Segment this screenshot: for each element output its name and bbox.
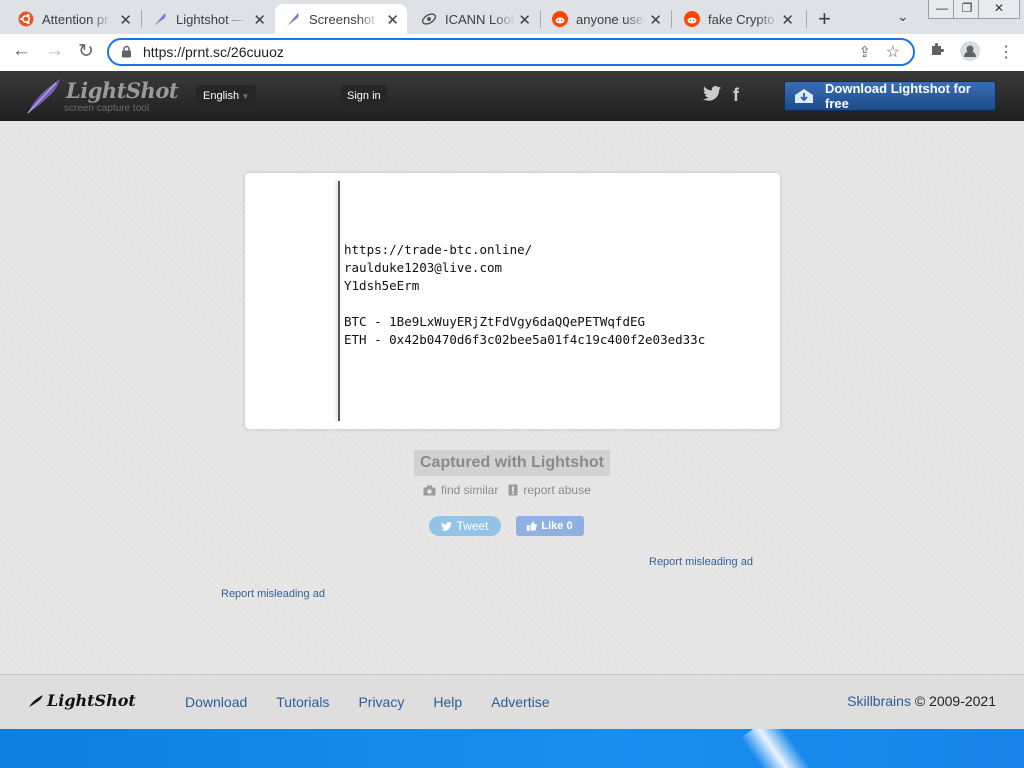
close-tab-icon[interactable]: ✕ [781,11,794,29]
tab-title: Lightshot — [176,11,246,27]
captured-label: Captured with Lightshot [414,450,610,476]
tab-6[interactable]: fake Crypto ✕ [666,4,802,34]
like-button[interactable]: Like 0 [516,516,584,536]
tab-title: ICANN Look [445,11,515,27]
footer-link-privacy[interactable]: Privacy [358,694,404,710]
download-button[interactable]: Download Lightshot for free [784,81,996,111]
download-icon [793,87,815,105]
close-tab-icon[interactable]: ✕ [649,11,662,29]
tweet-label: Tweet [456,519,489,533]
browser-toolbar: ← → ↻ https://prnt.sc/26cuuoz ⇪ ☆ ⋮ [0,34,1024,72]
footer-link-help[interactable]: Help [433,694,462,710]
lock-icon[interactable] [121,45,132,63]
report-abuse-label: report abuse [523,483,591,497]
screenshot-line: BTC - 1Be9LxWuyERjZtFdVgy6daQQePETWqfdEG [344,314,646,329]
image-actions: find similar report abuse [423,483,591,497]
tab-title: fake Crypto [708,11,775,27]
footer-logo-text: LightShot [47,691,136,710]
language-label: English [203,90,240,102]
forward-icon[interactable]: → [45,40,64,62]
report-abuse-link[interactable]: report abuse [508,483,591,497]
star-icon[interactable]: ☆ [886,42,900,62]
screenshot-line: https://trade-btc.online/ [344,242,533,257]
tab-title: Screenshot b [309,11,379,27]
back-icon[interactable]: ← [12,40,31,62]
close-tab-icon[interactable]: ✕ [253,11,266,29]
feather-icon [27,79,60,114]
thumbs-up-icon [527,521,538,531]
close-tab-icon[interactable]: ✕ [386,11,399,29]
close-tab-icon[interactable]: ✕ [518,11,531,29]
copyright: Skillbrains © 2009-2021 [847,693,996,709]
reddit-icon [552,11,568,27]
reload-icon[interactable]: ↻ [78,40,94,63]
feather-icon [152,11,168,27]
logo-text: LightShot [66,78,179,103]
feather-icon [285,11,301,27]
address-bar[interactable]: https://prnt.sc/26cuuoz ⇪ ☆ [107,38,915,66]
find-similar-label: find similar [441,483,499,497]
site-footer: LightShot Download Tutorials Privacy Hel… [0,674,1024,730]
share-icon[interactable]: ⇪ [858,43,871,61]
footer-nav: Download Tutorials Privacy Help Advertis… [185,694,579,710]
ubuntu-icon [18,11,34,27]
new-tab-icon[interactable]: + [818,6,831,32]
wallpaper-streak [740,729,820,768]
lightshot-logo[interactable]: LightShot screen capture tool [26,77,179,117]
report-icon [508,484,518,496]
restore-icon[interactable]: ❐ [953,0,981,19]
report-ad-link[interactable]: Report misleading ad [221,588,325,600]
facebook-icon[interactable]: f [733,85,739,106]
site-header: LightShot screen capture tool English ▾ S… [0,71,1024,121]
icann-icon [421,11,437,27]
footer-logo[interactable]: LightShot [28,691,136,710]
url-text[interactable]: https://prnt.sc/26cuuoz [143,44,284,60]
screenshot-line: ETH - 0x42b0470d6f3c02bee5a01f4c19c400f2… [344,332,706,347]
footer-link-tutorials[interactable]: Tutorials [276,694,329,710]
camera-icon [423,485,436,495]
footer-link-advertise[interactable]: Advertise [491,694,549,710]
screenshot-image[interactable]: https://trade-btc.online/raulduke1203@li… [245,173,780,429]
tab-separator [806,10,807,28]
tab-2[interactable]: Lightshot — ✕ [134,4,274,34]
profile-icon[interactable] [960,41,980,66]
minimize-icon[interactable]: — [928,0,956,19]
report-ad-link[interactable]: Report misleading ad [649,556,753,568]
tab-3-active[interactable]: Screenshot b ✕ [275,4,407,34]
language-select[interactable]: English ▾ [196,85,256,107]
copyright-text: © 2009-2021 [914,693,996,709]
tab-1[interactable]: Attention pr ✕ [0,4,140,34]
tab-5[interactable]: anyone used ✕ [534,4,670,34]
twitter-icon[interactable] [703,86,721,106]
find-similar-link[interactable]: find similar [423,483,498,497]
download-button-label: Download Lightshot for free [825,81,971,111]
close-window-icon[interactable]: ✕ [978,0,1020,19]
like-label: Like 0 [541,520,573,532]
desktop-background [0,729,1024,768]
tab-title: Attention pr [42,11,109,27]
feather-icon [29,694,43,707]
screenshot-line: raulduke1203@live.com [344,260,503,275]
skillbrains-link[interactable]: Skillbrains [847,693,911,709]
screenshot-line [344,295,705,313]
sign-in-button[interactable]: Sign in [341,85,387,107]
chevron-down-icon: ▾ [243,91,248,101]
screenshot-line: Y1dsh5eErm [344,278,420,293]
text-cursor-line [338,181,340,421]
twitter-icon [441,521,453,531]
screenshot-text: https://trade-btc.online/raulduke1203@li… [344,241,705,349]
tweet-button[interactable]: Tweet [429,516,501,536]
tab-strip: Attention pr ✕ Lightshot — ✕ Screenshot … [0,0,1024,34]
main-content: https://trade-btc.online/raulduke1203@li… [0,121,1024,674]
menu-icon[interactable]: ⋮ [998,42,1014,62]
extensions-icon[interactable] [929,42,945,63]
tab-title: anyone used [576,11,646,27]
chevron-down-icon[interactable]: ⌄ [897,8,909,25]
close-tab-icon[interactable]: ✕ [119,11,132,29]
reddit-icon [684,11,700,27]
logo-tagline: screen capture tool [64,103,150,114]
tab-4[interactable]: ICANN Look ✕ [403,4,539,34]
footer-link-download[interactable]: Download [185,694,247,710]
